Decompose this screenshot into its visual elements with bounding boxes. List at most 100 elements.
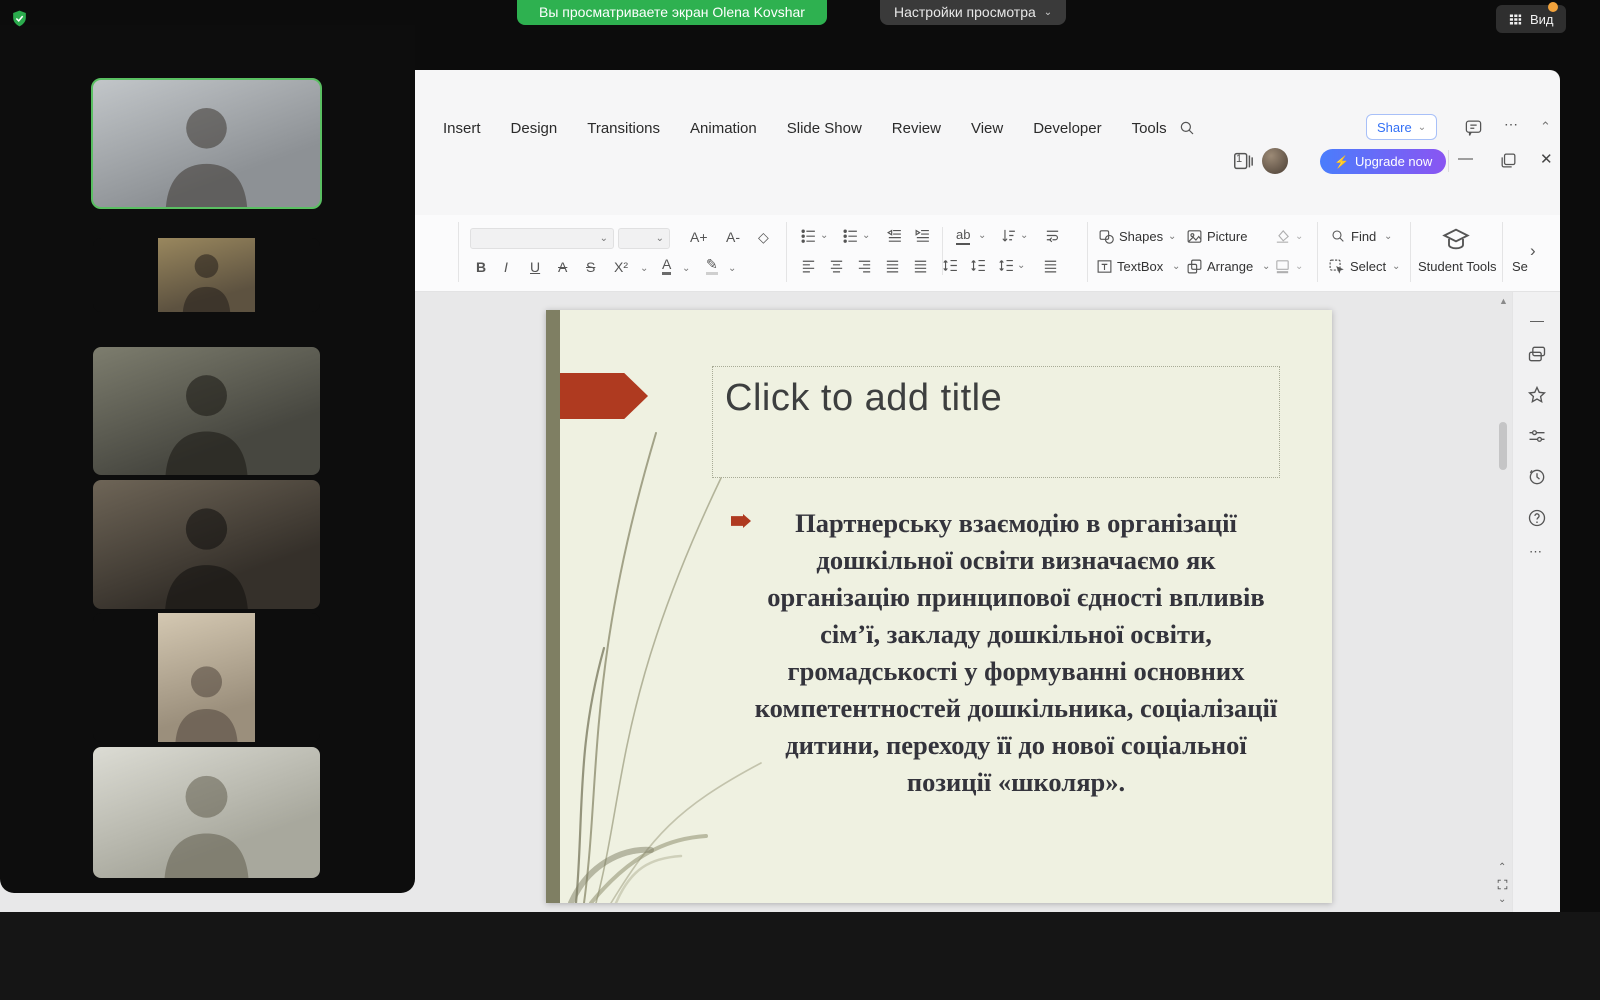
- tab-view[interactable]: View: [956, 113, 1018, 145]
- textbox-icon[interactable]: [1096, 258, 1113, 275]
- minimize-button[interactable]: —: [1458, 150, 1473, 167]
- italic-button[interactable]: I: [504, 259, 508, 275]
- slide-title-placeholder[interactable]: Click to add title: [712, 366, 1280, 478]
- sort-text-icon[interactable]: [1000, 227, 1017, 244]
- numbered-list-icon[interactable]: [842, 227, 859, 244]
- participant-video-tile-6[interactable]: [93, 747, 320, 878]
- distributed-icon[interactable]: [912, 257, 929, 274]
- decrease-indent-icon[interactable]: [886, 227, 903, 244]
- fill-color-icon[interactable]: [1274, 228, 1291, 245]
- align-center-icon[interactable]: [828, 257, 845, 274]
- slide-navigator-icon[interactable]: [1496, 878, 1509, 891]
- vertical-scrollbar-thumb[interactable]: [1499, 422, 1507, 470]
- participant-video-tile-5[interactable]: [93, 613, 320, 742]
- chevron-down-icon[interactable]: ⌄: [728, 263, 736, 274]
- select-icon[interactable]: [1328, 258, 1345, 275]
- strikethrough-button[interactable]: A: [558, 259, 567, 275]
- picture-icon[interactable]: [1186, 228, 1203, 245]
- font-name-combobox[interactable]: ⌄: [470, 228, 614, 249]
- clipped-group-label[interactable]: Se: [1512, 259, 1528, 274]
- paragraph-spacing-icon[interactable]: [970, 257, 987, 274]
- tab-insert[interactable]: Insert: [428, 113, 496, 145]
- share-button[interactable]: Share ⌄: [1366, 114, 1437, 140]
- ribbon-scroll-right-button[interactable]: ›: [1530, 241, 1536, 261]
- tab-slide-show[interactable]: Slide Show: [772, 113, 877, 145]
- textbox-button[interactable]: TextBox: [1117, 259, 1163, 274]
- next-slide-icon[interactable]: ⌄: [1498, 894, 1506, 905]
- chevron-down-icon[interactable]: ⌄: [1020, 230, 1028, 241]
- restore-window-button[interactable]: [1499, 151, 1518, 170]
- settings-sliders-icon[interactable]: [1527, 426, 1547, 446]
- text-wrap-icon[interactable]: [1044, 227, 1061, 244]
- line-options-icon[interactable]: [998, 257, 1015, 274]
- chevron-down-icon[interactable]: ⌄: [1172, 261, 1180, 272]
- font-size-combobox[interactable]: ⌄: [618, 228, 670, 249]
- tab-review[interactable]: Review: [877, 113, 956, 145]
- decrease-font-button[interactable]: A-: [726, 229, 740, 245]
- slide-body-text[interactable]: Партнерську взаємодію в організації дошк…: [746, 505, 1286, 801]
- student-tools-button[interactable]: Student Tools: [1418, 259, 1497, 274]
- clear-format-icon[interactable]: ◇: [758, 229, 769, 246]
- scroll-up-icon[interactable]: ▲: [1499, 296, 1508, 306]
- text-direction-icon[interactable]: ab: [956, 227, 970, 245]
- align-left-icon[interactable]: [800, 257, 817, 274]
- student-tools-icon[interactable]: [1442, 225, 1470, 253]
- chevron-down-icon[interactable]: ⌄: [1295, 261, 1303, 272]
- select-button[interactable]: Select: [1350, 259, 1386, 274]
- find-icon[interactable]: [1330, 228, 1346, 244]
- tab-developer[interactable]: Developer: [1018, 113, 1116, 145]
- search-icon[interactable]: [1178, 119, 1196, 137]
- bold-button[interactable]: B: [476, 259, 486, 275]
- participant-video-tile-4[interactable]: [93, 480, 320, 609]
- slide-layout-icon[interactable]: [1527, 344, 1547, 364]
- collapse-ribbon-icon[interactable]: ⌃: [1540, 119, 1551, 135]
- underline-button[interactable]: U: [530, 259, 540, 275]
- chevron-down-icon[interactable]: ⌄: [1017, 260, 1025, 271]
- justify-icon[interactable]: [884, 257, 901, 274]
- shapes-button[interactable]: Shapes: [1119, 229, 1163, 244]
- shape-outline-icon[interactable]: [1274, 258, 1291, 275]
- chevron-down-icon[interactable]: ⌄: [1295, 231, 1303, 242]
- font-color-button[interactable]: A: [662, 257, 671, 275]
- arrange-button[interactable]: Arrange: [1207, 259, 1253, 274]
- tab-animation[interactable]: Animation: [675, 113, 772, 145]
- help-icon[interactable]: [1527, 508, 1547, 528]
- shadow-button[interactable]: S: [586, 259, 595, 275]
- chevron-down-icon[interactable]: ⌄: [862, 230, 870, 241]
- panel-more-icon[interactable]: ⋯: [1529, 544, 1542, 560]
- find-button[interactable]: Find: [1351, 229, 1376, 244]
- chevron-down-icon[interactable]: ⌄: [640, 263, 648, 274]
- superscript-button[interactable]: X²: [614, 259, 628, 275]
- increase-font-button[interactable]: A+: [690, 229, 708, 245]
- align-right-icon[interactable]: [856, 257, 873, 274]
- previous-slide-icon[interactable]: ⌃: [1498, 862, 1506, 873]
- tab-tools[interactable]: Tools: [1117, 113, 1182, 145]
- chevron-down-icon[interactable]: ⌄: [978, 230, 986, 241]
- chevron-down-icon[interactable]: ⌄: [1262, 261, 1270, 272]
- view-settings-dropdown[interactable]: Настройки просмотра ⌄: [880, 0, 1066, 25]
- picture-button[interactable]: Picture: [1207, 229, 1247, 244]
- highlight-color-icon[interactable]: ✎: [706, 257, 718, 275]
- comment-icon[interactable]: [1464, 118, 1483, 137]
- chevron-down-icon[interactable]: ⌄: [1392, 261, 1400, 272]
- increase-indent-icon[interactable]: [914, 227, 931, 244]
- more-options-icon[interactable]: ⋯: [1504, 116, 1518, 133]
- participant-video-tile-2[interactable]: [93, 238, 320, 312]
- arrange-icon[interactable]: [1186, 258, 1203, 275]
- upgrade-now-button[interactable]: ⚡ Upgrade now: [1320, 149, 1446, 174]
- close-window-button[interactable]: ✕: [1540, 150, 1553, 168]
- shapes-icon[interactable]: [1098, 228, 1115, 245]
- chevron-down-icon[interactable]: ⌄: [682, 263, 690, 274]
- collapse-panel-icon[interactable]: —: [1530, 312, 1544, 328]
- tab-transitions[interactable]: Transitions: [572, 113, 675, 145]
- participant-video-tile-3[interactable]: [93, 347, 320, 475]
- bullet-list-icon[interactable]: [800, 227, 817, 244]
- text-fit-icon[interactable]: [1042, 257, 1059, 274]
- security-shield-icon[interactable]: [10, 9, 29, 28]
- chevron-down-icon[interactable]: ⌄: [820, 230, 828, 241]
- chevron-down-icon[interactable]: ⌄: [1384, 231, 1392, 242]
- favorites-star-icon[interactable]: [1527, 385, 1547, 405]
- account-avatar[interactable]: [1262, 148, 1288, 174]
- participant-video-tile-1-active-speaker[interactable]: [93, 80, 320, 207]
- tab-design[interactable]: Design: [496, 113, 573, 145]
